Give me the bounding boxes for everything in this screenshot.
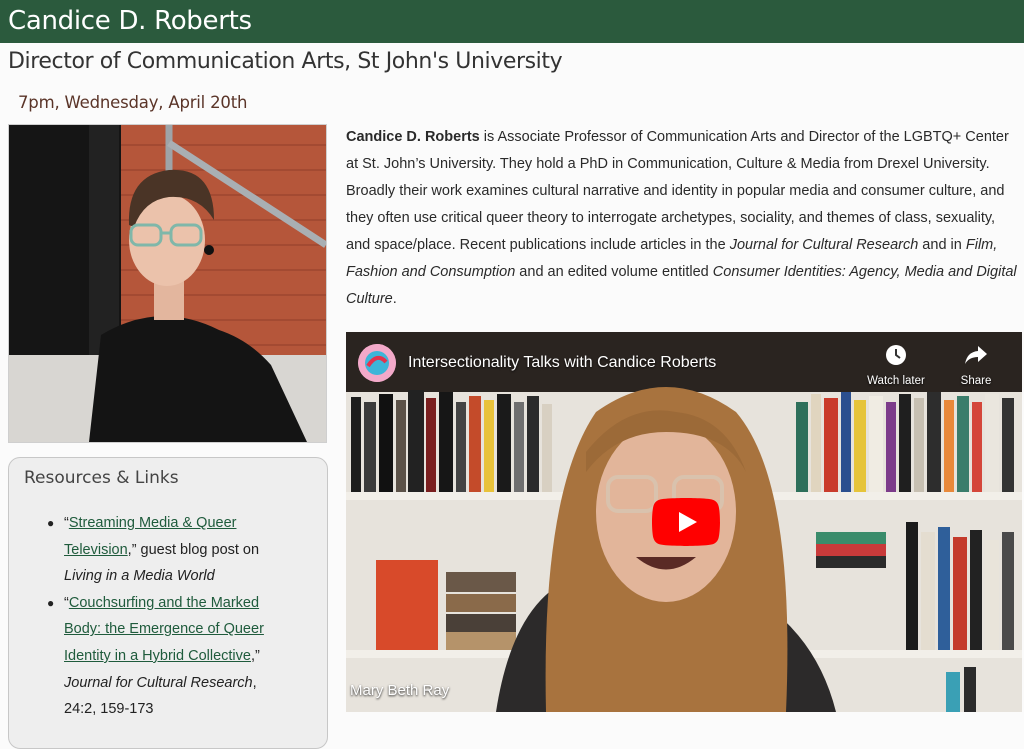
bio-text: is Associate Professor of Communication … <box>346 129 1009 253</box>
subtitle: Director of Communication Arts, St John'… <box>8 49 563 74</box>
bio-paragraph: Candice D. Roberts is Associate Professo… <box>346 124 1022 313</box>
video-player[interactable]: Intersectionality Talks with Candice Rob… <box>346 332 1022 712</box>
resource-desc: ,” <box>250 647 260 664</box>
bio-journal-1: Journal for Cultural Research <box>729 237 919 253</box>
bio: Candice D. Roberts is Associate Professo… <box>346 124 1022 313</box>
play-icon[interactable] <box>652 498 720 546</box>
share-arrow-icon <box>965 346 987 364</box>
bio-text: and an edited volume entitled <box>515 264 713 280</box>
watch-later-label: Watch later <box>867 375 925 387</box>
watch-later-button[interactable]: Watch later <box>866 344 926 387</box>
resource-source: Journal for Cultural Research <box>64 674 253 691</box>
share-button[interactable]: Share <box>946 344 1006 387</box>
resource-item: ● “Couchsurfing and the Marked Body: the … <box>47 590 286 723</box>
resource-link-couchsurfing[interactable]: Couchsurfing and the Marked Body: the Em… <box>64 595 264 664</box>
speaker-portrait <box>8 124 327 443</box>
event-time: 7pm, Wednesday, April 20th <box>18 93 248 112</box>
resource-item: ● “Streaming Media & Queer Television,” g… <box>47 510 286 590</box>
resource-desc: ,” guest blog post on <box>127 541 260 558</box>
header-bar: Candice D. Roberts <box>0 0 1024 43</box>
resource-source: Living in a Media World <box>64 568 215 585</box>
share-label: Share <box>960 375 992 387</box>
clock-icon <box>886 345 906 365</box>
bio-text: and in <box>918 237 966 253</box>
resources-list: ● “Streaming Media & Queer Television,” g… <box>9 510 286 723</box>
resources-title: Resources & Links <box>24 468 179 488</box>
speaker-caption: Mary Beth Ray <box>350 682 450 699</box>
bullet-icon: ● <box>47 516 55 530</box>
channel-logo-icon[interactable] <box>358 344 396 382</box>
video-title[interactable]: Intersectionality Talks with Candice Rob… <box>408 354 716 372</box>
bio-text: . <box>392 291 397 307</box>
page-title: Candice D. Roberts <box>8 6 252 36</box>
resources-panel: Resources & Links ● “Streaming Media & Qu… <box>8 457 328 749</box>
bullet-icon: ● <box>47 595 55 610</box>
bio-name: Candice D. Roberts <box>346 129 480 145</box>
